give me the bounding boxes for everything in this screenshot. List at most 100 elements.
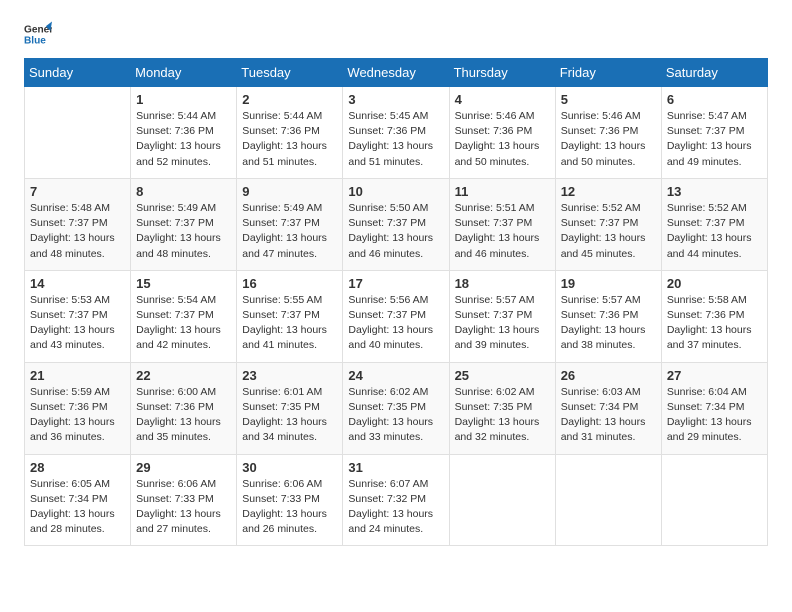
day-cell: 15 Sunrise: 5:54 AMSunset: 7:37 PMDayligh… [131, 270, 237, 362]
day-info: Sunrise: 5:58 AMSunset: 7:36 PMDaylight:… [667, 293, 762, 354]
day-cell: 23 Sunrise: 6:01 AMSunset: 7:35 PMDayligh… [237, 362, 343, 454]
day-number: 17 [348, 276, 443, 291]
day-cell: 14Sunrise: 5:53 AMSunset: 7:37 PMDayligh… [25, 270, 131, 362]
day-number: 6 [667, 92, 762, 107]
day-cell: 22 Sunrise: 6:00 AMSunset: 7:36 PMDayligh… [131, 362, 237, 454]
day-number: 5 [561, 92, 656, 107]
day-number: 18 [455, 276, 550, 291]
week-row-5: 28 Sunrise: 6:05 AMSunset: 7:34 PMDayligh… [25, 454, 768, 546]
day-info: Sunrise: 5:45 AMSunset: 7:36 PMDaylight:… [348, 109, 443, 170]
day-info: Sunrise: 6:06 AMSunset: 7:33 PMDaylight:… [136, 477, 231, 538]
day-info: Sunrise: 6:02 AMSunset: 7:35 PMDaylight:… [348, 385, 443, 446]
day-number: 30 [242, 460, 337, 475]
day-info: Sunrise: 6:05 AMSunset: 7:34 PMDaylight:… [30, 477, 125, 538]
day-cell: 28 Sunrise: 6:05 AMSunset: 7:34 PMDayligh… [25, 454, 131, 546]
day-cell: 17 Sunrise: 5:56 AMSunset: 7:37 PMDayligh… [343, 270, 449, 362]
day-cell [449, 454, 555, 546]
day-info: Sunrise: 5:54 AMSunset: 7:37 PMDaylight:… [136, 293, 231, 354]
day-info: Sunrise: 5:57 AMSunset: 7:36 PMDaylight:… [561, 293, 656, 354]
header-cell-sunday: Sunday [25, 59, 131, 87]
day-number: 24 [348, 368, 443, 383]
day-number: 15 [136, 276, 231, 291]
day-number: 14 [30, 276, 125, 291]
day-number: 8 [136, 184, 231, 199]
week-row-4: 21 Sunrise: 5:59 AMSunset: 7:36 PMDayligh… [25, 362, 768, 454]
day-number: 16 [242, 276, 337, 291]
day-cell: 27Sunrise: 6:04 AMSunset: 7:34 PMDayligh… [661, 362, 767, 454]
day-number: 1 [136, 92, 231, 107]
header-cell-friday: Friday [555, 59, 661, 87]
day-cell: 13 Sunrise: 5:52 AMSunset: 7:37 PMDayligh… [661, 178, 767, 270]
day-number: 11 [455, 184, 550, 199]
day-number: 4 [455, 92, 550, 107]
day-cell: 8Sunrise: 5:49 AMSunset: 7:37 PMDaylight… [131, 178, 237, 270]
day-cell: 16 Sunrise: 5:55 AMSunset: 7:37 PMDayligh… [237, 270, 343, 362]
day-number: 7 [30, 184, 125, 199]
day-cell: 5Sunrise: 5:46 AMSunset: 7:36 PMDaylight… [555, 87, 661, 179]
day-cell: 29 Sunrise: 6:06 AMSunset: 7:33 PMDayligh… [131, 454, 237, 546]
day-number: 29 [136, 460, 231, 475]
day-info: Sunrise: 5:59 AMSunset: 7:36 PMDaylight:… [30, 385, 125, 446]
day-cell: 19Sunrise: 5:57 AMSunset: 7:36 PMDayligh… [555, 270, 661, 362]
day-info: Sunrise: 6:06 AMSunset: 7:33 PMDaylight:… [242, 477, 337, 538]
day-cell: 24 Sunrise: 6:02 AMSunset: 7:35 PMDayligh… [343, 362, 449, 454]
day-info: Sunrise: 6:01 AMSunset: 7:35 PMDaylight:… [242, 385, 337, 446]
day-cell: 10 Sunrise: 5:50 AMSunset: 7:37 PMDayligh… [343, 178, 449, 270]
header-cell-thursday: Thursday [449, 59, 555, 87]
day-number: 3 [348, 92, 443, 107]
day-cell [661, 454, 767, 546]
day-number: 23 [242, 368, 337, 383]
day-info: Sunrise: 5:49 AMSunset: 7:37 PMDaylight:… [242, 201, 337, 262]
week-row-1: 1 Sunrise: 5:44 AMSunset: 7:36 PMDaylight… [25, 87, 768, 179]
day-cell: 6 Sunrise: 5:47 AMSunset: 7:37 PMDaylight… [661, 87, 767, 179]
day-cell: 11 Sunrise: 5:51 AMSunset: 7:37 PMDayligh… [449, 178, 555, 270]
day-cell: 20 Sunrise: 5:58 AMSunset: 7:36 PMDayligh… [661, 270, 767, 362]
day-cell: 3 Sunrise: 5:45 AMSunset: 7:36 PMDaylight… [343, 87, 449, 179]
day-number: 25 [455, 368, 550, 383]
day-number: 22 [136, 368, 231, 383]
day-number: 13 [667, 184, 762, 199]
logo: General Blue [24, 20, 52, 48]
week-row-2: 7 Sunrise: 5:48 AMSunset: 7:37 PMDaylight… [25, 178, 768, 270]
day-info: Sunrise: 5:52 AMSunset: 7:37 PMDaylight:… [667, 201, 762, 262]
header-cell-monday: Monday [131, 59, 237, 87]
day-cell [25, 87, 131, 179]
day-info: Sunrise: 5:52 AMSunset: 7:37 PMDaylight:… [561, 201, 656, 262]
day-cell: 1 Sunrise: 5:44 AMSunset: 7:36 PMDaylight… [131, 87, 237, 179]
header-cell-saturday: Saturday [661, 59, 767, 87]
calendar-table: SundayMondayTuesdayWednesdayThursdayFrid… [24, 58, 768, 546]
day-info: Sunrise: 6:03 AMSunset: 7:34 PMDaylight:… [561, 385, 656, 446]
day-info: Sunrise: 6:00 AMSunset: 7:36 PMDaylight:… [136, 385, 231, 446]
day-cell: 12Sunrise: 5:52 AMSunset: 7:37 PMDayligh… [555, 178, 661, 270]
day-info: Sunrise: 5:56 AMSunset: 7:37 PMDaylight:… [348, 293, 443, 354]
day-cell: 2Sunrise: 5:44 AMSunset: 7:36 PMDaylight… [237, 87, 343, 179]
day-info: Sunrise: 6:02 AMSunset: 7:35 PMDaylight:… [455, 385, 550, 446]
day-info: Sunrise: 5:50 AMSunset: 7:37 PMDaylight:… [348, 201, 443, 262]
day-info: Sunrise: 5:48 AMSunset: 7:37 PMDaylight:… [30, 201, 125, 262]
day-number: 20 [667, 276, 762, 291]
day-number: 9 [242, 184, 337, 199]
day-cell: 26 Sunrise: 6:03 AMSunset: 7:34 PMDayligh… [555, 362, 661, 454]
day-cell: 25 Sunrise: 6:02 AMSunset: 7:35 PMDayligh… [449, 362, 555, 454]
day-info: Sunrise: 5:47 AMSunset: 7:37 PMDaylight:… [667, 109, 762, 170]
day-number: 28 [30, 460, 125, 475]
day-number: 21 [30, 368, 125, 383]
day-cell [555, 454, 661, 546]
day-cell: 4 Sunrise: 5:46 AMSunset: 7:36 PMDaylight… [449, 87, 555, 179]
header-cell-wednesday: Wednesday [343, 59, 449, 87]
header-cell-tuesday: Tuesday [237, 59, 343, 87]
logo-icon: General Blue [24, 20, 52, 48]
day-number: 26 [561, 368, 656, 383]
day-cell: 31Sunrise: 6:07 AMSunset: 7:32 PMDayligh… [343, 454, 449, 546]
day-info: Sunrise: 5:46 AMSunset: 7:36 PMDaylight:… [455, 109, 550, 170]
day-number: 31 [348, 460, 443, 475]
day-info: Sunrise: 5:51 AMSunset: 7:37 PMDaylight:… [455, 201, 550, 262]
day-info: Sunrise: 5:55 AMSunset: 7:37 PMDaylight:… [242, 293, 337, 354]
day-number: 27 [667, 368, 762, 383]
week-row-3: 14Sunrise: 5:53 AMSunset: 7:37 PMDayligh… [25, 270, 768, 362]
day-info: Sunrise: 5:44 AMSunset: 7:36 PMDaylight:… [136, 109, 231, 170]
day-number: 2 [242, 92, 337, 107]
day-cell: 9 Sunrise: 5:49 AMSunset: 7:37 PMDaylight… [237, 178, 343, 270]
day-number: 10 [348, 184, 443, 199]
day-info: Sunrise: 5:57 AMSunset: 7:37 PMDaylight:… [455, 293, 550, 354]
